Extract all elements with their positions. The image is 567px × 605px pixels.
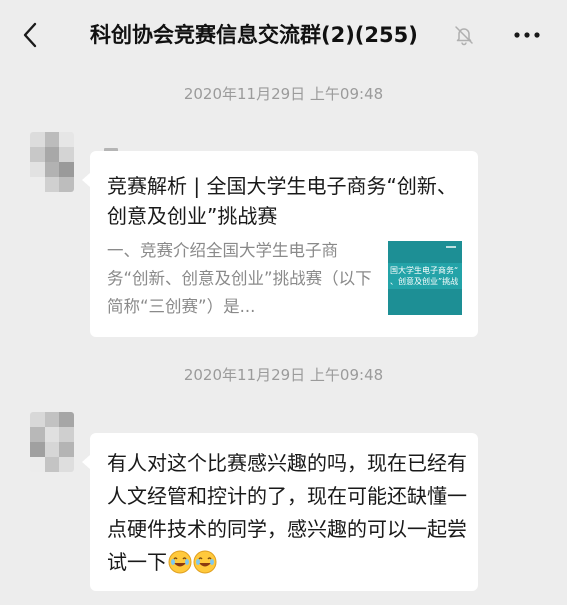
back-button[interactable] — [14, 18, 46, 52]
message-text-container: 有人对这个比赛感兴趣的吗，现在已经有人文经管和控计的了，现在可能还缺懂一点硬件技… — [107, 447, 469, 579]
text-message-bubble[interactable]: 有人对这个比赛感兴趣的吗，现在已经有人文经管和控计的了，现在可能还缺懂一点硬件技… — [82, 433, 478, 591]
more-button[interactable] — [510, 22, 544, 48]
message-timestamp: 2020年11月29日 上午09:48 — [183, 366, 384, 384]
chevron-left-icon — [23, 22, 37, 48]
card-description: 一、竞赛介绍全国大学生电子商务“创新、创意及创业”挑战赛（以下简称“三创赛”）是… — [107, 241, 372, 316]
thumbnail-image: 国大学生电子商务“ 、创意及创业”挑战 — [388, 241, 462, 315]
card-title: 竞赛解析 | 全国大学生电子商务“创新、创意及创业”挑战赛 — [107, 174, 457, 228]
message-text: 有人对这个比赛感兴趣的吗，现在已经有人文经管和控计的了，现在可能还缺懂一点硬件技… — [107, 451, 467, 574]
message-timestamp: 2020年11月29日 上午09:48 — [183, 85, 384, 103]
more-horizontal-icon — [514, 32, 540, 38]
card-thumbnail: 国大学生电子商务“ 、创意及创业”挑战 — [388, 241, 462, 315]
laughing-face-icon — [168, 550, 192, 574]
thumbnail-text-line-1: 国大学生电子商务“ — [390, 265, 458, 275]
laughing-face-icon — [193, 550, 217, 574]
mute-indicator — [453, 24, 475, 46]
link-card[interactable]: 竞赛解析 | 全国大学生电子商务“创新、创意及创业”挑战赛 一、竞赛介绍全国大学… — [82, 151, 478, 337]
thumbnail-text-line-2: 、创意及创业”挑战 — [390, 276, 458, 286]
avatar[interactable] — [30, 132, 74, 192]
avatar[interactable] — [30, 412, 74, 472]
chat-header: 科创协会竞赛信息交流群(2)(255) — [0, 0, 567, 70]
bell-off-icon — [455, 26, 473, 46]
chat-title: 科创协会竞赛信息交流群(2)(255) — [90, 23, 418, 47]
